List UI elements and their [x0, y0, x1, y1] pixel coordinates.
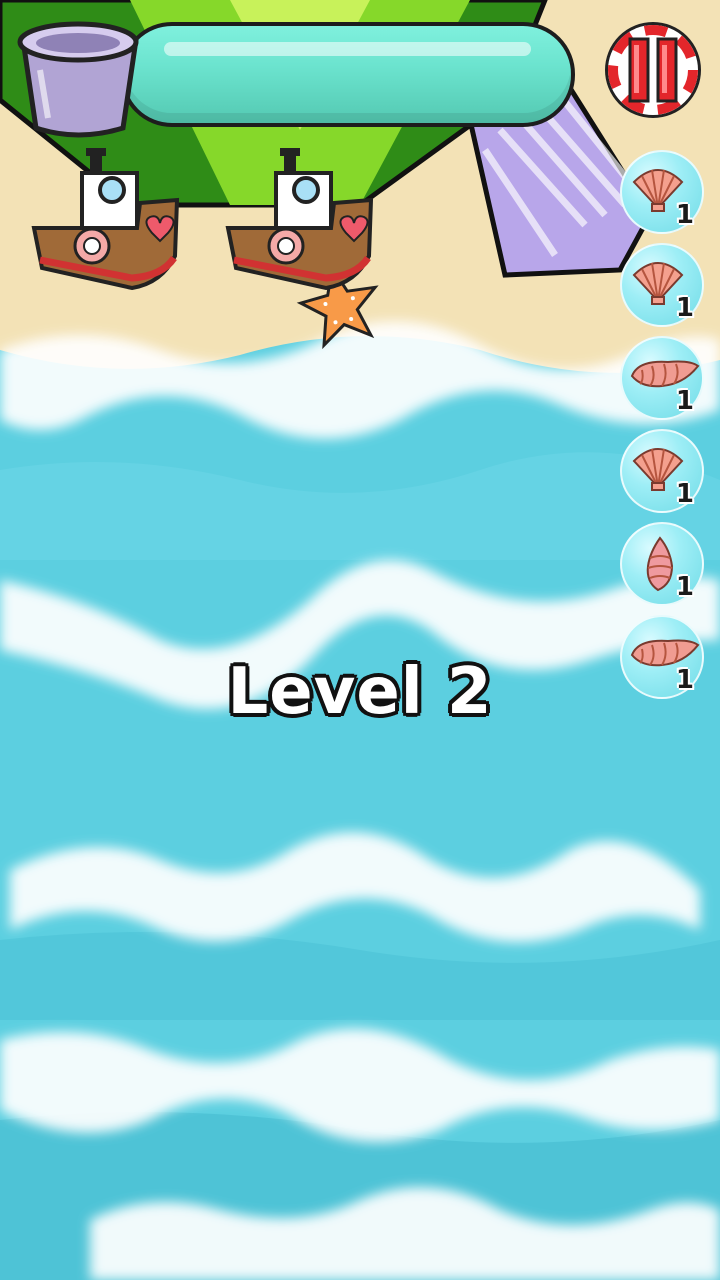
shell-count: 1	[675, 572, 694, 602]
shell-item[interactable]: 1	[620, 150, 704, 234]
shell-count: 1	[675, 386, 694, 416]
shell-count: 1	[675, 293, 694, 323]
game-scene	[0, 0, 720, 1280]
pause-button[interactable]	[605, 22, 701, 118]
shell-collection-list: 1 1 1 1 1 1	[620, 150, 712, 708]
shell-item[interactable]: 1	[620, 429, 704, 513]
pause-icon	[608, 25, 698, 115]
level-title: Level 2	[227, 655, 493, 729]
shell-item[interactable]: 1	[620, 243, 704, 327]
shell-count: 1	[675, 479, 694, 509]
shell-item[interactable]: 1	[620, 336, 704, 420]
shell-progress-bar	[120, 22, 575, 127]
bucket-icon	[8, 10, 148, 140]
shell-count: 1	[675, 200, 694, 230]
shell-item[interactable]: 1	[620, 522, 704, 606]
beach-background	[0, 0, 720, 1280]
progress-shine	[164, 42, 531, 56]
